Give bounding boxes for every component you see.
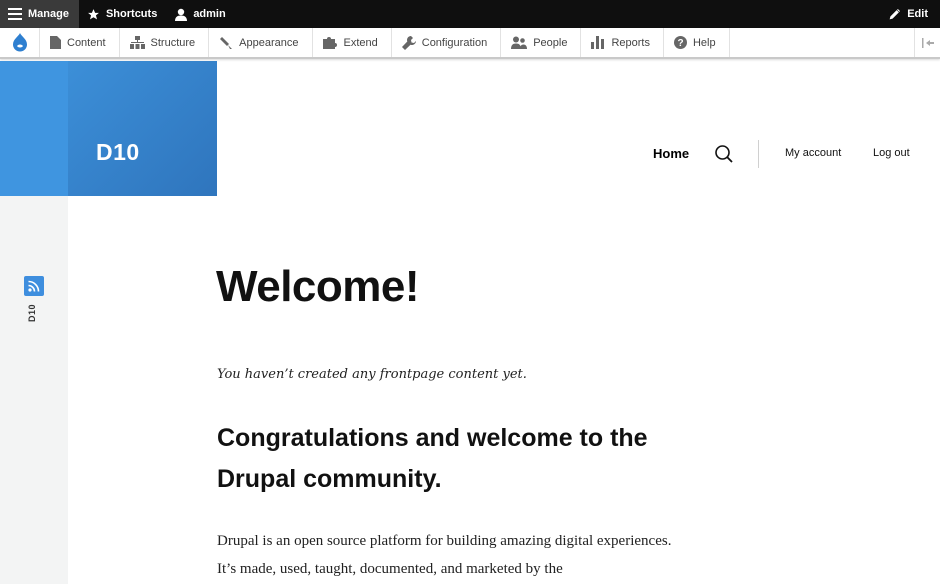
sitemap-icon [129,36,145,49]
nav-divider [758,140,759,168]
manage-button[interactable]: Manage [0,0,79,28]
collapse-left-icon [921,37,934,48]
shortcuts-button[interactable]: Shortcuts [79,0,167,28]
people-icon [511,36,528,49]
site-name[interactable]: D10 [96,139,140,166]
left-sidebar [0,61,68,584]
tray-item-label: Content [67,36,106,49]
shortcuts-label: Shortcuts [105,8,158,20]
document-icon [50,36,61,49]
log-out-link[interactable]: Log out [873,147,910,159]
tray-item-appearance[interactable]: Appearance [209,28,313,57]
tray-item-label: Configuration [421,36,488,49]
sidebar-brand-block [0,61,68,196]
tray-spacer [730,28,914,57]
tray-item-label: People [533,36,568,49]
help-icon: ? [673,36,687,49]
tray-item-help[interactable]: ? Help [664,28,730,57]
brush-icon [220,37,233,49]
tray-item-reports[interactable]: Reports [581,28,664,57]
hamburger-icon [8,8,22,20]
tray-item-people[interactable]: People [501,28,582,57]
tray-item-label: Reports [611,36,650,49]
tray-item-label: Help [692,36,716,49]
edit-button[interactable]: Edit [880,0,940,28]
my-account-link[interactable]: My account [785,147,841,159]
user-label: admin [193,8,226,20]
puzzle-icon [322,37,337,49]
edit-label: Edit [907,8,928,20]
welcome-heading: Congratulations and welcome to the Drupa… [217,424,648,493]
bar-chart-icon [591,36,605,49]
intro-paragraph: Drupal is an open source platform for bu… [217,533,672,577]
nav-home-link[interactable]: Home [653,146,689,161]
empty-frontpage-message: You haven’t created any frontpage conten… [217,367,527,382]
drupal-drop-icon [12,33,27,52]
tray-item-content[interactable]: Content [40,28,120,57]
svg-text:?: ? [677,38,683,49]
manage-label: Manage [28,8,69,20]
tray-item-extend[interactable]: Extend [313,28,392,57]
user-icon [175,8,188,21]
tray-item-label: Structure [150,36,196,49]
star-icon [88,8,99,19]
sidebar-site-label: D10 [27,303,37,322]
tray-item-label: Appearance [239,36,299,49]
wrench-icon [401,35,416,50]
rss-feed-button[interactable] [24,276,44,296]
drupal-logo[interactable] [0,28,40,57]
admin-toolbar: Manage Shortcuts admin Edit [0,0,940,28]
site-branding[interactable]: D10 [68,61,217,196]
page-title: Welcome! [216,262,420,311]
tray-item-label: Extend [343,36,378,49]
search-icon [715,145,733,163]
pencil-icon [889,8,901,19]
search-button[interactable] [714,144,734,164]
admin-tray: Content Structure Appearance Extend Conf… [0,28,940,59]
tray-item-configuration[interactable]: Configuration [392,28,502,57]
rss-icon [28,280,40,292]
user-button[interactable]: admin [167,0,235,28]
tray-item-structure[interactable]: Structure [120,28,210,57]
tray-orientation-toggle[interactable] [914,28,940,57]
